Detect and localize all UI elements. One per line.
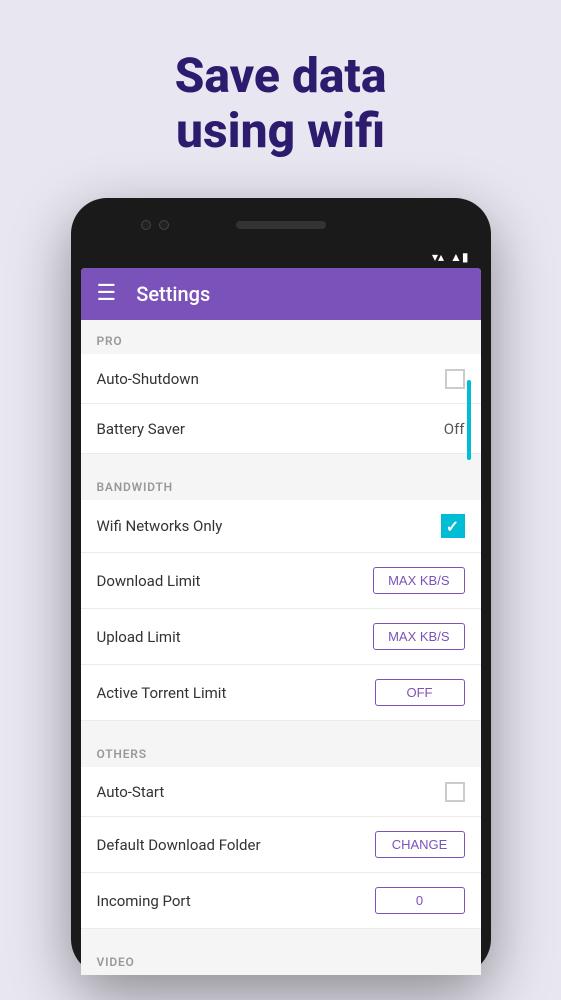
setting-active-torrent-limit[interactable]: Active Torrent Limit OFF — [81, 665, 481, 721]
setting-wifi-networks-only[interactable]: Wifi Networks Only ✓ — [81, 500, 481, 553]
setting-download-limit[interactable]: Download Limit MAX KB/S — [81, 553, 481, 609]
camera-dot-2 — [159, 220, 169, 230]
upload-limit-button[interactable]: MAX KB/S — [373, 623, 464, 650]
scroll-indicator[interactable] — [467, 380, 471, 460]
section-others: OTHERS Auto-Start Default Download Folde… — [81, 733, 481, 929]
camera-area — [141, 220, 169, 230]
setting-auto-start[interactable]: Auto-Start — [81, 767, 481, 817]
hero-section: Save data using wifi — [175, 0, 387, 198]
app-bar: ☰ Settings — [81, 268, 481, 320]
default-download-folder-button[interactable]: CHANGE — [375, 831, 465, 858]
wifi-status-icon: ▾▴ — [432, 250, 444, 264]
battery-saver-value: Off — [444, 420, 465, 438]
divider-3 — [81, 929, 481, 941]
upload-limit-label: Upload Limit — [97, 628, 181, 646]
incoming-port-button[interactable]: 0 — [375, 887, 465, 914]
divider-1 — [81, 454, 481, 466]
section-pro: PRO Auto-Shutdown Battery Saver Off — [81, 320, 481, 454]
section-header-pro: PRO — [81, 320, 481, 354]
auto-start-checkbox[interactable] — [445, 782, 465, 802]
divider-2 — [81, 721, 481, 733]
auto-start-label: Auto-Start — [97, 783, 165, 801]
settings-content: PRO Auto-Shutdown Battery Saver Off BAND… — [81, 320, 481, 975]
setting-incoming-port[interactable]: Incoming Port 0 — [81, 873, 481, 929]
setting-battery-saver[interactable]: Battery Saver Off — [81, 404, 481, 454]
speaker — [236, 221, 326, 229]
hero-text: Save data using wifi — [175, 48, 387, 158]
section-header-others: OTHERS — [81, 733, 481, 767]
menu-icon[interactable]: ☰ — [97, 283, 117, 305]
active-torrent-limit-label: Active Torrent Limit — [97, 684, 227, 702]
status-bar: ▾▴ ▲▮ — [81, 246, 481, 268]
phone-top-bar — [81, 208, 481, 242]
setting-auto-shutdown[interactable]: Auto-Shutdown — [81, 354, 481, 404]
wifi-networks-only-checkbox[interactable]: ✓ — [441, 514, 465, 538]
wifi-networks-only-label: Wifi Networks Only — [97, 517, 223, 535]
camera-dot-1 — [141, 220, 151, 230]
setting-default-download-folder[interactable]: Default Download Folder CHANGE — [81, 817, 481, 873]
download-limit-label: Download Limit — [97, 572, 201, 590]
active-torrent-limit-button[interactable]: OFF — [375, 679, 465, 706]
download-limit-button[interactable]: MAX KB/S — [373, 567, 464, 594]
signal-icon: ▲▮ — [450, 250, 468, 264]
battery-saver-label: Battery Saver — [97, 420, 185, 438]
app-bar-title: Settings — [136, 282, 210, 306]
section-bandwidth: BANDWIDTH Wifi Networks Only ✓ Download … — [81, 466, 481, 721]
phone: ▾▴ ▲▮ ☰ Settings PRO Auto-Shutdown — [71, 198, 491, 975]
phone-wrapper: ▾▴ ▲▮ ☰ Settings PRO Auto-Shutdown — [71, 198, 491, 975]
section-header-bandwidth: BANDWIDTH — [81, 466, 481, 500]
default-download-folder-label: Default Download Folder — [97, 836, 261, 854]
incoming-port-label: Incoming Port — [97, 892, 191, 910]
setting-upload-limit[interactable]: Upload Limit MAX KB/S — [81, 609, 481, 665]
screen: ☰ Settings PRO Auto-Shutdown Battery Sav… — [81, 268, 481, 975]
section-header-video: VIDEO — [81, 941, 481, 975]
auto-shutdown-checkbox[interactable] — [445, 369, 465, 389]
auto-shutdown-label: Auto-Shutdown — [97, 370, 199, 388]
